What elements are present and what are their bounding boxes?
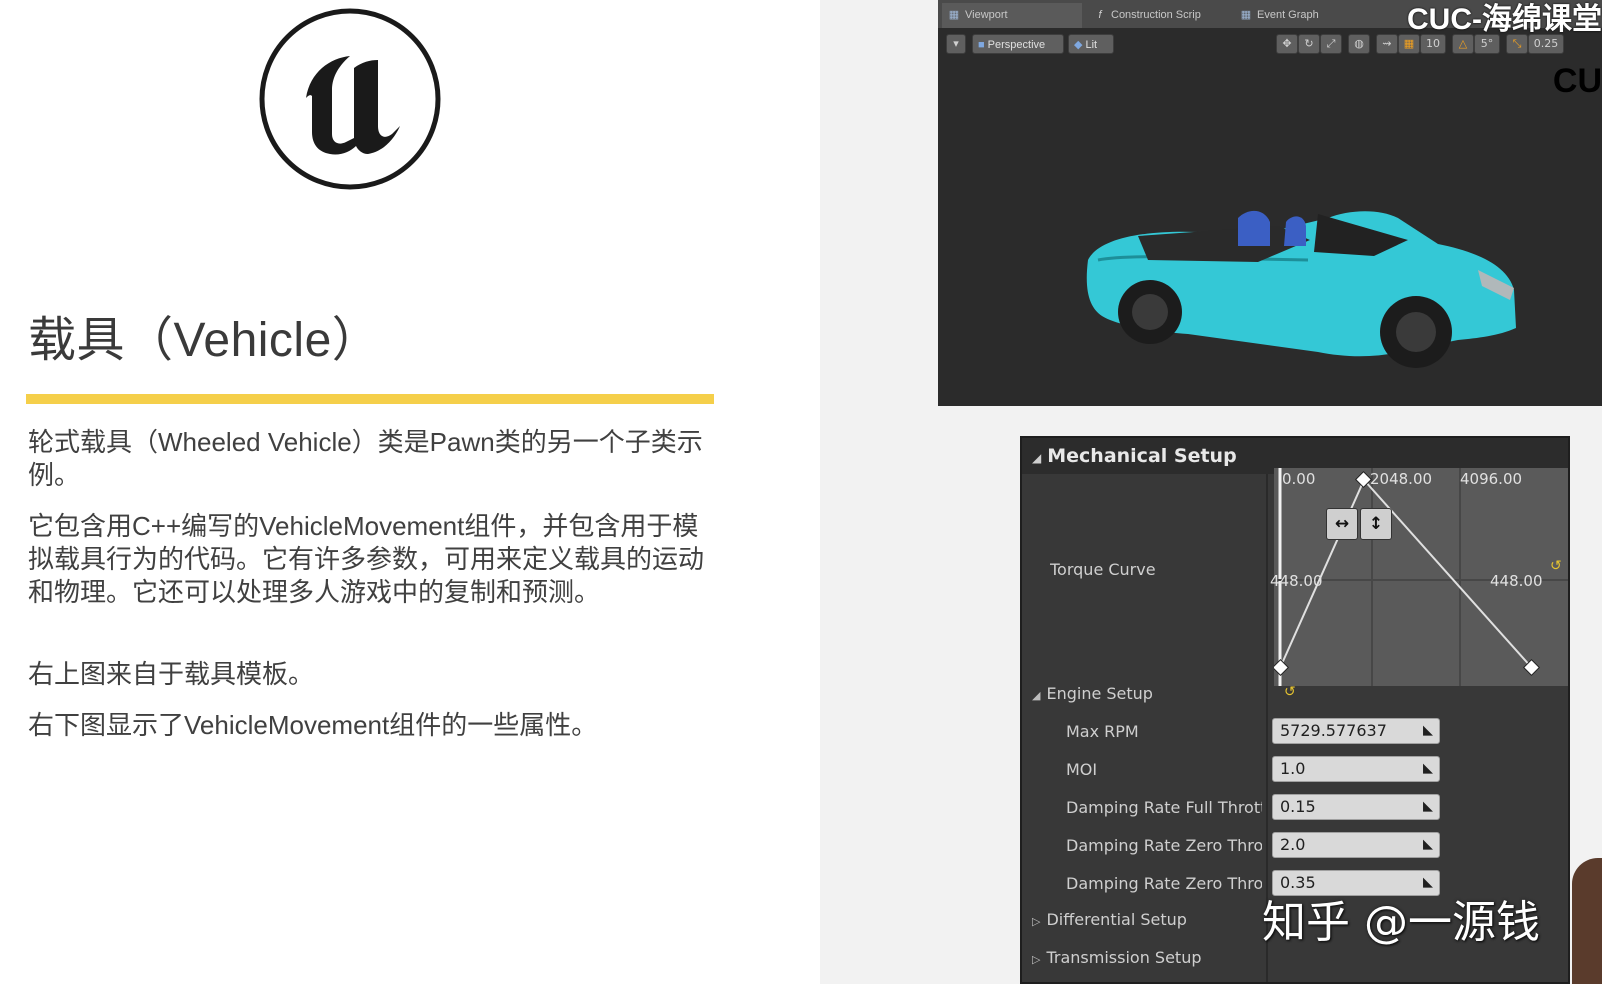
fit-horizontal-button[interactable]: ↔ [1326, 508, 1358, 540]
chevron-down-icon: ▾ [953, 37, 959, 50]
perspective-label: Perspective [987, 39, 1046, 51]
scale-snap-value[interactable]: 0.25 [1528, 34, 1564, 54]
graph-icon: ▦ [1240, 9, 1252, 21]
max-rpm-value: 5729.577637 [1280, 721, 1387, 740]
paragraph-3: 右上图来自于载具模板。 [28, 659, 315, 689]
curve-x-label-max: 4096.00 [1460, 470, 1523, 488]
moi-input[interactable]: 1.0 ◣ [1272, 756, 1440, 782]
translate-tool-icon[interactable]: ✥ [1276, 34, 1298, 54]
reset-to-default-icon[interactable]: ↺ [1550, 558, 1562, 574]
max-rpm-input[interactable]: 5729.577637 ◣ [1272, 718, 1440, 744]
engine-setup-category[interactable]: ◢ Engine Setup [1032, 684, 1153, 703]
engine-reset-icon[interactable]: ↺ [1284, 684, 1296, 700]
tab-event-graph-label: Event Graph [1257, 9, 1319, 21]
damping-zero-throttle-engaged-input[interactable]: 2.0 ◣ [1272, 832, 1440, 858]
damping-full-value: 0.15 [1280, 797, 1316, 816]
differential-setup-label: Differential Setup [1046, 910, 1187, 929]
tab-event-graph[interactable]: ▦ Event Graph [1234, 3, 1334, 28]
lit-label: Lit [1085, 39, 1098, 51]
paragraph-4: 右下图显示了VehicleMovement组件的一些属性。 [28, 710, 598, 740]
unreal-engine-logo [259, 8, 441, 190]
mechanical-setup-label: Mechanical Setup [1047, 445, 1237, 467]
spinner-icon: ◣ [1423, 761, 1433, 776]
perspective-button[interactable]: ■ Perspective [972, 34, 1064, 54]
lit-button[interactable]: ◆ Lit [1068, 34, 1114, 54]
fit-horizontal-icon: ↔ [1334, 514, 1350, 534]
tab-viewport[interactable]: ▦ Viewport [942, 3, 1082, 28]
property-label-damping-full: Damping Rate Full Thrott [1066, 798, 1262, 817]
damping-full-throttle-input[interactable]: 0.15 ◣ [1272, 794, 1440, 820]
slide-title: 载具（Vehicle） [28, 314, 381, 367]
property-label-damping-zero-clutch-engaged: Damping Rate Zero Throt [1066, 836, 1262, 855]
curve-x-label-min: 0.00 [1282, 470, 1316, 488]
viewport-icon: ▦ [948, 9, 960, 21]
editor-tab-bar: ▦ Viewport f Construction Scrip ▦ Event Gra… [938, 0, 1602, 36]
expand-triangle-icon: ◢ [1032, 451, 1042, 465]
curve-y-label-right: 448.00 [1490, 572, 1543, 590]
editor-viewport-window: ▦ Viewport f Construction Scrip ▦ Event Gra… [938, 0, 1602, 406]
lit-mode-icon: ◆ [1074, 39, 1083, 51]
collapsed-triangle-icon: ▷ [1032, 953, 1041, 966]
zhihu-watermark: 知乎 @一源钱 [1262, 897, 1540, 948]
torque-curve-editor[interactable]: 0.00 2048.00 4096.00 448.00 448.00 ↔ ↕ [1270, 468, 1568, 686]
camera-icon: ■ [978, 39, 985, 51]
world-local-icon[interactable]: ◍ [1348, 34, 1370, 54]
convertible-car-model [1086, 210, 1516, 368]
rotation-snap-value[interactable]: 5° [1474, 34, 1500, 54]
title-underline [26, 394, 714, 404]
torque-curve-label: Torque Curve [1050, 560, 1156, 579]
property-label-max-rpm: Max RPM [1066, 722, 1139, 741]
differential-setup-category[interactable]: ▷ Differential Setup [1032, 910, 1187, 929]
fit-vertical-icon: ↕ [1368, 514, 1384, 534]
transmission-setup-label: Transmission Setup [1046, 948, 1202, 967]
surface-snap-icon[interactable]: ⇝ [1376, 34, 1398, 54]
engine-setup-label: Engine Setup [1046, 684, 1153, 703]
spinner-icon: ◣ [1423, 837, 1433, 852]
paragraph-1: 轮式载具（Wheeled Vehicle）类是Pawn类的另一个子类示例。 [28, 427, 703, 490]
paragraph-2: 它包含用C++编写的VehicleMovement组件，并包含用于模拟载具行为的… [28, 511, 705, 607]
scale-tool-icon[interactable]: ⤢ [1320, 34, 1342, 54]
property-label-damping-zero-clutch-disengaged: Damping Rate Zero Thro [1066, 874, 1262, 893]
tab-construction-label: Construction Scrip [1111, 9, 1201, 21]
presenter-video-thumbnail [1572, 858, 1602, 984]
curve-y-label-left: 448.00 [1270, 572, 1323, 590]
grid-snap-icon[interactable]: ▦ [1398, 34, 1420, 54]
damping-zero-engaged-value: 2.0 [1280, 835, 1306, 854]
viewport-options-dropdown[interactable]: ▾ [946, 34, 966, 54]
corner-watermark: CU [1552, 62, 1602, 100]
spinner-icon: ◣ [1423, 723, 1433, 738]
property-label-moi: MOI [1066, 760, 1098, 779]
rotate-tool-icon[interactable]: ↻ [1298, 34, 1320, 54]
viewport-toolbar: ▾ ■ Perspective ◆ Lit ✥ ↻ ⤢ ◍ ⇝ ▦ 10 △ 5° … [938, 30, 1602, 60]
expand-triangle-icon: ◢ [1032, 689, 1041, 702]
slide-left-pane: 载具（Vehicle） 轮式载具（Wheeled Vehicle）类是Pawn类… [0, 0, 820, 984]
spinner-icon: ◣ [1423, 799, 1433, 814]
moi-value: 1.0 [1280, 759, 1306, 778]
fit-vertical-button[interactable]: ↕ [1360, 508, 1392, 540]
grid-size-value[interactable]: 10 [1420, 34, 1446, 54]
rotation-snap-icon[interactable]: △ [1452, 34, 1474, 54]
scale-snap-icon[interactable]: ⤡ [1506, 34, 1528, 54]
tab-construction-script[interactable]: f Construction Scrip [1088, 3, 1228, 28]
transmission-setup-category[interactable]: ▷ Transmission Setup [1032, 948, 1201, 967]
collapsed-triangle-icon: ▷ [1032, 915, 1041, 928]
tab-viewport-label: Viewport [965, 9, 1008, 21]
curve-x-label-mid: 2048.00 [1370, 470, 1433, 488]
function-icon: f [1098, 9, 1102, 21]
